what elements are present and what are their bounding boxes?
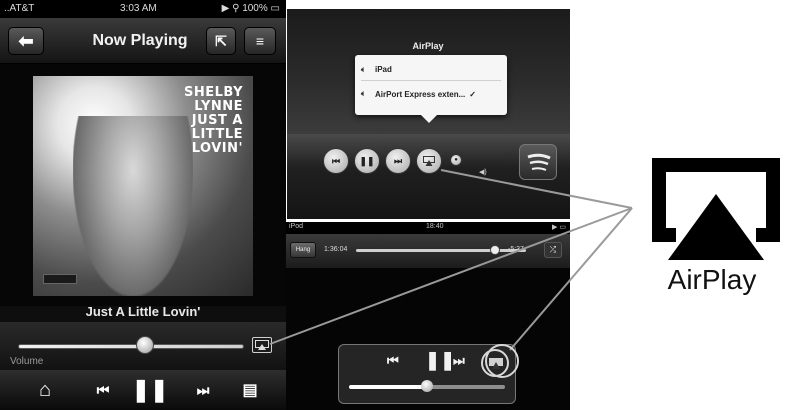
previous-button[interactable]: ⏮	[323, 148, 349, 174]
back-arrow-icon: ⬅	[18, 30, 34, 51]
scrubber-bar: Hang 1:36:04 -5:37 ⤮	[286, 234, 570, 268]
previous-button[interactable]: ⏮	[88, 370, 118, 410]
remaining-time: -5:37	[508, 246, 524, 253]
previous-icon: ⏮	[331, 155, 341, 166]
player-controls-bar: ⏮ ❚❚ ⏭ ● ◀)	[287, 134, 570, 219]
airplay-button[interactable]	[252, 337, 272, 353]
pause-button[interactable]: ❚❚	[132, 370, 169, 410]
speaker-icon: ◀)	[479, 169, 487, 176]
list-icon: ≡	[255, 33, 265, 49]
elapsed-time: 1:36:04	[324, 246, 348, 253]
airplay-button[interactable]	[481, 349, 509, 377]
airplay-logo-label: AirPlay	[667, 264, 757, 295]
airplay-device-ipad[interactable]: 🔈︎ iPad	[361, 59, 501, 81]
record-label-badge	[43, 274, 77, 284]
speaker-icon: 🔈︎	[361, 64, 366, 74]
airplay-popover: 🔈︎ iPad 🔈︎ AirPort Express exten... ✓	[355, 55, 507, 123]
pause-icon: ❚❚	[359, 155, 375, 166]
airplay-icon	[489, 358, 503, 369]
airplay-icon	[423, 156, 435, 166]
volume-area: Volume	[0, 322, 286, 370]
next-button[interactable]: ⏭	[453, 353, 465, 369]
volume-slider-knob[interactable]	[421, 380, 433, 392]
next-icon: ⏭	[453, 353, 465, 368]
next-button[interactable]: ⏭	[188, 370, 218, 410]
spotify-icon	[527, 153, 551, 171]
carrier-label: ..AT&T	[4, 3, 35, 14]
home-button[interactable]: ⌂	[30, 370, 60, 410]
share-button[interactable]: ⇱	[206, 27, 236, 55]
pause-icon: ❚❚	[425, 350, 456, 370]
nav-bar: ⬅ Now Playing ⇱ ≡	[0, 18, 286, 64]
airplay-icon	[255, 340, 269, 350]
globe-button[interactable]: ●	[450, 154, 462, 166]
page-title: Now Playing	[92, 32, 188, 49]
pause-icon: ❚❚	[131, 377, 169, 402]
globe-icon: ●	[454, 157, 458, 163]
airplay-button[interactable]	[416, 148, 442, 174]
playback-toolbar: ⌂ ⏮ ❚❚ ⏭ ▤	[0, 370, 286, 410]
status-time: 3:03 AM	[120, 3, 157, 14]
back-button[interactable]: ⬅	[8, 27, 44, 55]
ipod-now-playing-screenshot: iPod 18:40 ▶ ▭ Hang 1:36:04 -5:37 ⤮ ⏮ ❚❚…	[286, 222, 570, 410]
status-bar: iPod 18:40 ▶ ▭	[286, 222, 570, 234]
home-icon: ⌂	[38, 378, 52, 401]
phone-now-playing-screen: ..AT&T 3:03 AM ▶ ⚲ 100% ▭ ⬅ Now Playing …	[0, 0, 286, 410]
volume-slider[interactable]	[18, 344, 244, 349]
popover-pointer	[421, 115, 437, 123]
volume-label: Volume	[10, 356, 44, 367]
volume-slider-knob[interactable]	[136, 336, 154, 354]
shuffle-icon: ⤮	[549, 245, 557, 254]
spotify-app-icon[interactable]	[519, 144, 557, 180]
next-icon: ⏭	[393, 155, 403, 166]
next-button[interactable]: ⏭	[385, 148, 411, 174]
status-bar: ..AT&T 3:03 AM ▶ ⚲ 100% ▭	[0, 0, 286, 18]
track-list-button[interactable]: ≡	[244, 27, 276, 55]
airplay-device-airport-express[interactable]: 🔈︎ AirPort Express exten... ✓	[361, 83, 501, 105]
battery-label: ▶ ⚲ 100% ▭	[221, 3, 280, 14]
album-art: SHELBY LYNNE JUST A LITTLE LOVIN'	[33, 76, 253, 296]
previous-button[interactable]: ⏮	[387, 353, 399, 369]
next-icon: ⏭	[196, 381, 210, 398]
radio-button[interactable]: ▤	[236, 370, 264, 410]
airplay-popover-title: AirPlay	[412, 41, 444, 51]
device-label: AirPort Express exten...	[375, 89, 466, 99]
radio-icon: ▤	[242, 382, 258, 399]
speaker-icon: 🔈︎	[361, 89, 366, 98]
selected-check-icon: ✓	[469, 89, 476, 99]
album-cover-text: SHELBY LYNNE JUST A LITTLE LOVIN'	[183, 85, 243, 156]
battery-icon: ▶ ▭	[552, 224, 566, 231]
pause-button[interactable]: ❚❚	[354, 148, 380, 174]
song-title: Just A Little Lovin'	[85, 304, 201, 319]
share-icon: ⇱	[215, 32, 227, 49]
device-label: iPad	[375, 65, 392, 74]
playback-controls-panel: ⏮ ❚❚ ⏭	[338, 344, 516, 404]
pause-button[interactable]: ❚❚	[425, 350, 455, 371]
shuffle-button[interactable]: ⤮	[544, 242, 562, 258]
carrier-label: iPod	[289, 223, 304, 230]
back-button[interactable]: Hang	[290, 242, 316, 258]
scrubber-knob[interactable]	[490, 245, 500, 255]
scrubber-track[interactable]	[356, 249, 526, 252]
album-area: SHELBY LYNNE JUST A LITTLE LOVIN'	[0, 64, 286, 306]
previous-icon: ⏮	[387, 353, 399, 368]
status-time: 18:40	[426, 223, 444, 230]
airplay-menu-screenshot: AirPlay 🔈︎ iPad 🔈︎ AirPort Express exten…	[287, 9, 570, 219]
previous-icon: ⏮	[96, 381, 110, 398]
